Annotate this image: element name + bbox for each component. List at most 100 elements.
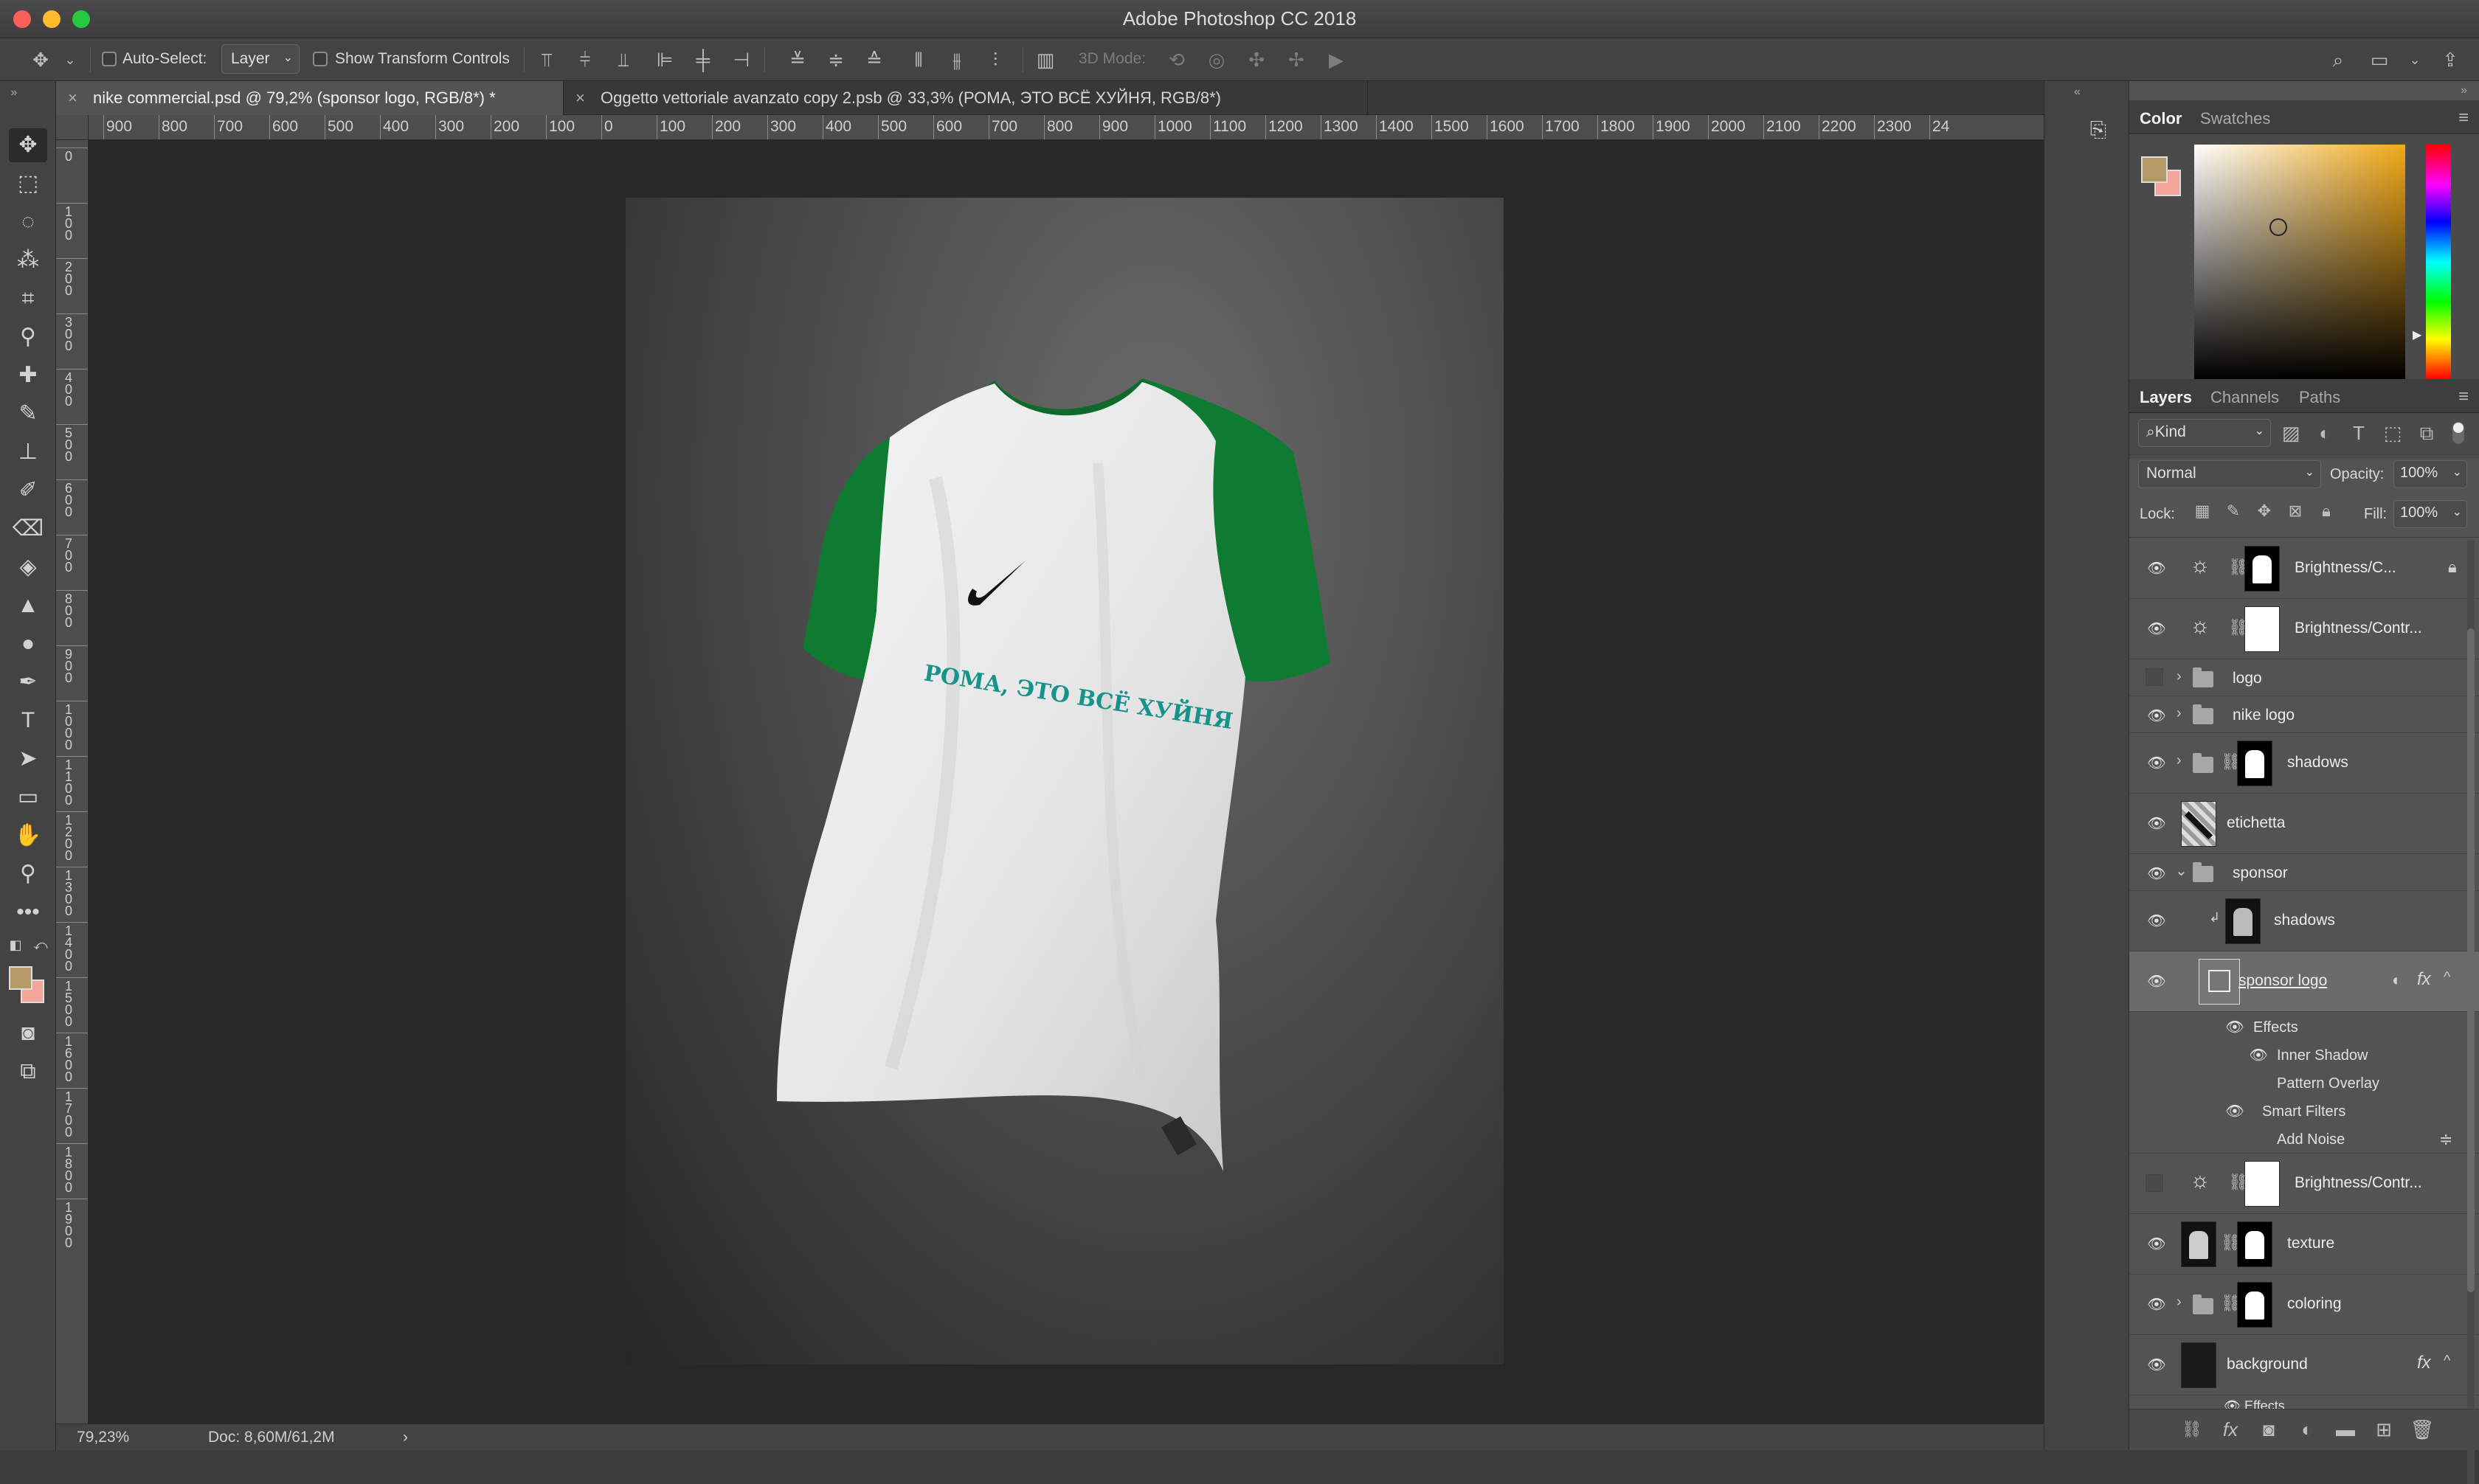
layer-mask-thumbnail[interactable]	[2244, 606, 2280, 652]
filter-adjustment-icon[interactable]: ◐	[2312, 420, 2337, 445]
filter-shape-icon[interactable]: ⬚	[2380, 420, 2405, 445]
align-bottom-icon[interactable]: ⫫	[611, 47, 636, 72]
collapse-toolbar-icon[interactable]: »	[3, 86, 25, 100]
visibility-eye-icon[interactable]: 👁︎	[2247, 1046, 2269, 1064]
link-layers-icon[interactable]: ⛓︎	[2179, 1417, 2205, 1442]
opacity-field[interactable]: 100% ⌄	[2393, 460, 2467, 488]
smart-object-thumbnail[interactable]	[2199, 959, 2240, 1005]
layer-name[interactable]: Brightness/Contr...	[2295, 620, 2422, 637]
chevron-right-icon[interactable]: ›	[2177, 705, 2182, 722]
visibility-eye-icon[interactable]: 👁︎	[2146, 1295, 2168, 1313]
filter-name[interactable]: Add Noise	[2277, 1131, 2345, 1148]
layer-row[interactable]: 👁︎ ⛓︎ texture	[2129, 1214, 2479, 1275]
delete-layer-icon[interactable]: 🗑︎	[2410, 1417, 2435, 1442]
close-tab-icon[interactable]: ×	[575, 89, 585, 108]
layer-mask-thumbnail[interactable]	[2244, 546, 2280, 592]
effect-name[interactable]: Pattern Overlay	[2277, 1075, 2379, 1092]
visibility-eye-icon[interactable]: 👁︎	[2146, 754, 2168, 772]
new-layer-icon[interactable]: ⊞	[2371, 1417, 2396, 1442]
visibility-eye-icon[interactable]: 👁︎	[2224, 1018, 2246, 1036]
visibility-eye-icon[interactable]: 👁︎	[2146, 912, 2168, 929]
filter-blending-options-icon[interactable]: ≑	[2439, 1130, 2452, 1149]
lock-artboard-icon[interactable]: ⊠	[2283, 499, 2308, 524]
layer-name[interactable]: texture	[2287, 1235, 2334, 1252]
foreground-color-swatch[interactable]	[9, 966, 32, 990]
layer-name[interactable]: sponsor logo	[2238, 972, 2327, 990]
layer-thumbnail[interactable]	[2225, 898, 2261, 944]
lasso-tool-icon[interactable]: ◌	[9, 205, 47, 239]
default-colors-icon[interactable]: ◧	[4, 935, 27, 954]
hue-slider-handle[interactable]: ▶	[2413, 327, 2421, 342]
filter-toggle[interactable]	[2452, 422, 2464, 444]
visibility-eye-icon[interactable]: 👁︎	[2146, 1235, 2168, 1252]
layer-row[interactable]: 👁︎ etichetta	[2129, 794, 2479, 854]
layer-row[interactable]: 👁︎ background fx ^	[2129, 1335, 2479, 1395]
tab-swatches[interactable]: Swatches	[2200, 109, 2270, 128]
marquee-tool-icon[interactable]: ⬚	[9, 167, 47, 201]
layer-thumbnail[interactable]	[2181, 1221, 2216, 1267]
ruler-origin[interactable]	[56, 115, 89, 140]
history-panel-icon[interactable]: ⎘	[2083, 118, 2114, 146]
layer-row[interactable]: ☼ ⛓︎ Brightness/Contr...	[2129, 1154, 2479, 1214]
chevron-down-icon[interactable]: ⌄	[2175, 861, 2188, 880]
effects-row[interactable]: 👁︎ Effects	[2129, 1012, 2479, 1040]
canvas-area[interactable]: РОМА, ЭТО ВСЁ ХУЙНЯ	[89, 140, 2044, 1424]
layer-name[interactable]: Brightness/Contr...	[2295, 1174, 2422, 1192]
layer-name[interactable]: nike logo	[2233, 707, 2295, 724]
visibility-eye-icon[interactable]: 👁︎	[2146, 972, 2168, 990]
scale-3d-icon[interactable]: ▶	[1324, 47, 1349, 72]
brush-tool-icon[interactable]: ✎	[9, 397, 47, 431]
chevron-down-icon[interactable]: ⌄	[58, 47, 83, 72]
distribute-left-icon[interactable]: ⫴	[906, 47, 931, 72]
vertical-ruler[interactable]: 0 100 200 300 400 500 600 700 800 900 1000 1100 1200…	[56, 140, 89, 1424]
healing-brush-tool-icon[interactable]: ✚	[9, 358, 47, 392]
layer-thumbnail[interactable]	[2181, 1342, 2216, 1388]
tab-layers[interactable]: Layers	[2140, 388, 2192, 407]
visibility-toggle-empty[interactable]	[2146, 1174, 2163, 1192]
effect-row[interactable]: Pattern Overlay	[2129, 1068, 2479, 1096]
search-icon[interactable]: ⌕	[2326, 47, 2351, 72]
align-vcenter-icon[interactable]: ⫩	[573, 47, 598, 72]
layer-name[interactable]: coloring	[2287, 1295, 2342, 1313]
layer-name[interactable]: shadows	[2274, 912, 2335, 929]
document-canvas[interactable]: РОМА, ЭТО ВСЁ ХУЙНЯ	[626, 198, 1504, 1365]
distribute-bottom-icon[interactable]: ≙	[862, 47, 887, 72]
smart-filter-icon[interactable]: ◐	[2392, 971, 2402, 990]
layer-mask-thumbnail[interactable]	[2237, 741, 2272, 786]
effect-row[interactable]: 👁︎ Inner Shadow	[2129, 1040, 2479, 1068]
align-left-icon[interactable]: ⊫	[652, 47, 677, 72]
filter-pixel-icon[interactable]: ▨	[2278, 420, 2303, 445]
layer-row-selected[interactable]: 👁︎ sponsor logo ◐ fx ^	[2129, 951, 2479, 1012]
move-tool-icon[interactable]: ✥	[9, 128, 47, 162]
filter-smart-object-icon[interactable]: ⧉	[2414, 420, 2439, 445]
chevron-down-icon[interactable]: ⌄	[2402, 47, 2427, 72]
slide-3d-icon[interactable]: ✢	[1284, 47, 1309, 72]
auto-align-icon[interactable]: ▥	[1033, 47, 1058, 72]
align-hcenter-icon[interactable]: ╪	[691, 47, 716, 72]
paint-bucket-tool-icon[interactable]: ◈	[9, 550, 47, 584]
chevron-up-icon[interactable]: ^	[2444, 1353, 2450, 1370]
color-field[interactable]	[2194, 145, 2405, 379]
visibility-eye-icon[interactable]: 👁︎	[2146, 559, 2168, 577]
visibility-eye-icon[interactable]: 👁︎	[2146, 620, 2168, 637]
screen-mode-icon[interactable]: ⧉	[9, 1055, 47, 1089]
layer-name[interactable]: shadows	[2287, 754, 2348, 772]
layer-mask-thumbnail[interactable]	[2237, 1221, 2272, 1267]
smart-filters-row[interactable]: 👁︎ Smart Filters	[2129, 1096, 2479, 1124]
panel-menu-icon[interactable]: ≡	[2458, 108, 2469, 128]
layer-row[interactable]: 👁︎ › ⛓︎ coloring	[2129, 1275, 2479, 1335]
zoom-tool-icon[interactable]: ⚲	[9, 857, 47, 891]
lock-all-icon[interactable]: 🔒︎	[2314, 499, 2339, 524]
more-tools-icon[interactable]: •••	[9, 895, 47, 929]
close-tab-icon[interactable]: ×	[68, 89, 77, 108]
roll-3d-icon[interactable]: ◎	[1204, 47, 1229, 72]
dodge-tool-icon[interactable]: ●	[9, 627, 47, 661]
layer-row[interactable]: 👁︎ › nike logo	[2129, 696, 2479, 733]
workspace-icon[interactable]: ▭	[2367, 47, 2392, 72]
clone-stamp-tool-icon[interactable]: ⊥	[9, 435, 47, 469]
layer-filter-dropdown[interactable]: ⌕Kind ⌄	[2138, 419, 2271, 447]
tab-paths[interactable]: Paths	[2299, 388, 2340, 407]
new-group-icon[interactable]: ▬	[2333, 1417, 2358, 1442]
visibility-eye-icon[interactable]: 👁︎	[2146, 864, 2168, 882]
layer-mask-thumbnail[interactable]	[2237, 1282, 2272, 1328]
